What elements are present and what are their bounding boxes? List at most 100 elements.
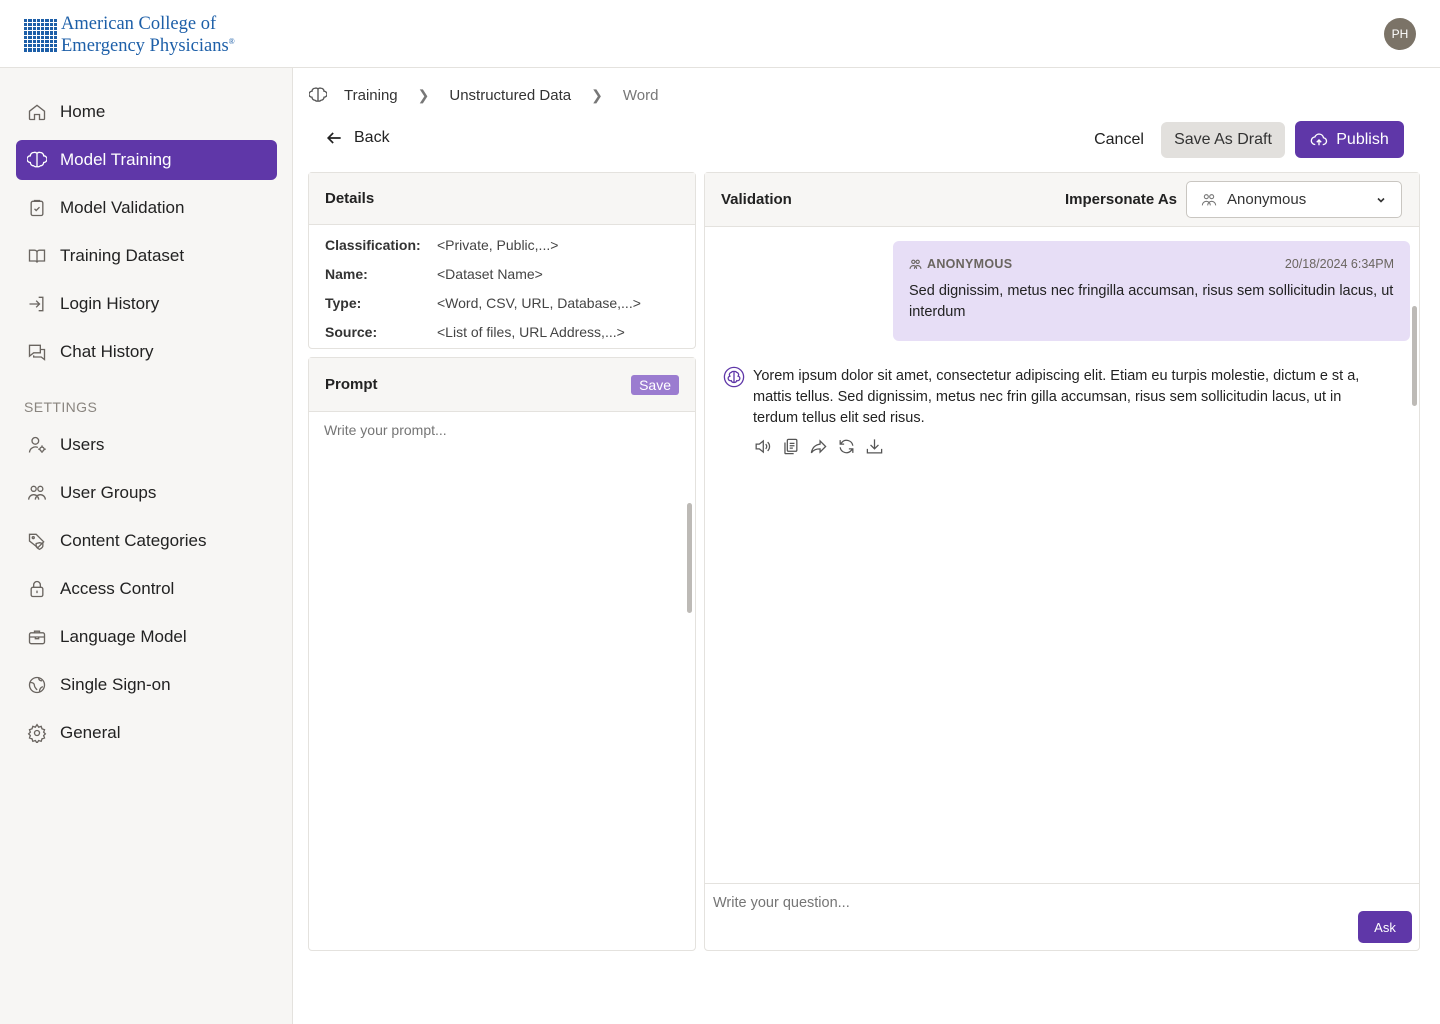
top-header: American College of Emergency Physicians… [0,0,1440,68]
detail-row-source: Source: <List of files, URL Address,...> [309,317,695,346]
cancel-button[interactable]: Cancel [1082,122,1156,158]
detail-value: <Word, CSV, URL, Database,...> [437,294,641,311]
globe-icon [26,674,48,696]
breadcrumb-unstructured-data[interactable]: Unstructured Data [449,87,571,104]
download-icon[interactable] [865,437,885,457]
copy-icon[interactable] [781,437,801,457]
detail-row-type: Type: <Word, CSV, URL, Database,...> [309,288,695,317]
gear-icon [26,722,48,744]
save-prompt-button[interactable]: Save [631,374,679,395]
sidebar-item-label: Chat History [60,342,154,361]
impersonate-label: Impersonate As [1065,191,1177,208]
chat-icon [26,341,48,363]
save-as-draft-button[interactable]: Save As Draft [1161,122,1285,158]
detail-value: <Dataset Name> [437,265,543,282]
publish-label: Publish [1336,130,1389,148]
sidebar-item-login-history[interactable]: Login History [16,284,277,324]
acep-logo[interactable]: American College of Emergency Physicians… [24,15,235,55]
settings-section-label: SETTINGS [24,399,98,415]
sidebar-item-chat-history[interactable]: Chat History [16,332,277,372]
users-icon [909,259,922,269]
ask-button[interactable]: Ask [1358,911,1412,943]
tag-shield-icon [26,530,48,552]
sidebar-item-model-training[interactable]: Model Training [16,140,277,180]
question-input[interactable] [713,893,1313,913]
detail-row-classification: Classification: <Private, Public,...> [309,230,695,259]
sidebar-item-label: Model Training [60,150,172,169]
sidebar-item-training-dataset[interactable]: Training Dataset [16,236,277,276]
details-panel: Details Classification: <Private, Public… [308,172,696,349]
breadcrumb-word: Word [622,86,659,104]
sidebar-item-label: Users [60,435,105,454]
book-open-icon [26,245,48,267]
impersonate-select[interactable]: Anonymous [1186,181,1402,218]
message-timestamp: 20/18/2024 6:34PM [1284,257,1394,271]
detail-key: Source: [325,323,378,340]
chevron-right-icon: ❯ [417,86,430,103]
detail-value: <Private, Public,...> [437,236,559,253]
details-title: Details [309,173,695,225]
user-message-text: Sed dignissim, metus nec fringilla accum… [909,283,1394,320]
share-icon[interactable] [809,437,829,457]
cloud-upload-icon [1310,132,1328,145]
sidebar-item-label: Content Categories [60,531,207,550]
login-icon [26,293,48,315]
logo-line-1: American College of [61,14,217,34]
sidebar-item-language-model[interactable]: Language Model [16,617,277,657]
logo-grid-icon [24,18,57,52]
registered-mark: ® [228,37,235,46]
sidebar-item-label: User Groups [60,483,157,502]
prompt-title: Prompt [325,376,378,393]
validation-title: Validation [721,191,792,208]
sidebar-item-label: Single Sign-on [60,675,171,694]
bot-message-text: Yorem ipsum dolor sit amet, consectetur … [753,368,1360,426]
sidebar-item-label: Home [60,102,106,121]
logo-line-2: Emergency Physicians [61,36,229,57]
back-button[interactable]: Back [324,128,390,148]
user-avatar[interactable]: PH [1384,18,1416,50]
detail-key: Type: [325,294,362,311]
lock-icon [26,578,48,600]
impersonate-value: Anonymous [1227,191,1307,208]
prompt-input[interactable] [324,420,679,440]
arrow-left-icon [326,132,341,144]
publish-button[interactable]: Publish [1295,121,1404,158]
sidebar-item-content-categories[interactable]: Content Categories [16,521,277,561]
home-icon [26,101,48,123]
message-sender: ANONYMOUS [909,257,1012,271]
detail-key: Classification: [325,236,421,253]
sidebar-item-home[interactable]: Home [16,92,277,132]
sidebar-item-single-sign-on[interactable]: Single Sign-on [16,665,277,705]
detail-value: <List of files, URL Address,...> [437,323,625,340]
sidebar: Home Model Training Model Validation Tra… [0,68,293,1024]
chevron-down-icon [1377,197,1385,203]
sidebar-item-label: General [60,723,121,742]
brain-icon [308,86,328,104]
sidebar-item-label: Login History [60,294,160,313]
briefcase-icon [26,626,48,648]
back-label: Back [354,129,390,146]
bot-avatar-icon [723,366,745,388]
breadcrumb-training[interactable]: Training [344,87,398,104]
detail-key: Name: [325,265,368,282]
impersonate-control: Impersonate As Anonymous [1065,181,1402,218]
sidebar-item-label: Model Validation [60,198,185,217]
prompt-panel: Prompt Save [308,357,696,951]
chat-scrollbar[interactable] [1412,306,1417,406]
logo-text: American College of Emergency Physicians… [61,14,235,57]
sidebar-item-users[interactable]: Users [16,425,277,465]
sidebar-item-user-groups[interactable]: User Groups [16,473,277,513]
sidebar-item-label: Training Dataset [60,246,185,265]
sidebar-item-general[interactable]: General [16,713,277,753]
validation-panel: Validation Impersonate As Anonymous ANON… [704,172,1420,951]
refresh-icon[interactable] [837,437,857,457]
detail-row-name: Name: <Dataset Name> [309,259,695,288]
sidebar-item-label: Access Control [60,579,175,598]
brain-icon [26,149,48,171]
prompt-scrollbar[interactable] [687,503,692,613]
sidebar-item-model-validation[interactable]: Model Validation [16,188,277,228]
breadcrumb: Training ❯ Unstructured Data ❯ Word [308,85,659,105]
speaker-icon[interactable] [753,437,773,457]
users-icon [26,482,48,504]
sidebar-item-access-control[interactable]: Access Control [16,569,277,609]
